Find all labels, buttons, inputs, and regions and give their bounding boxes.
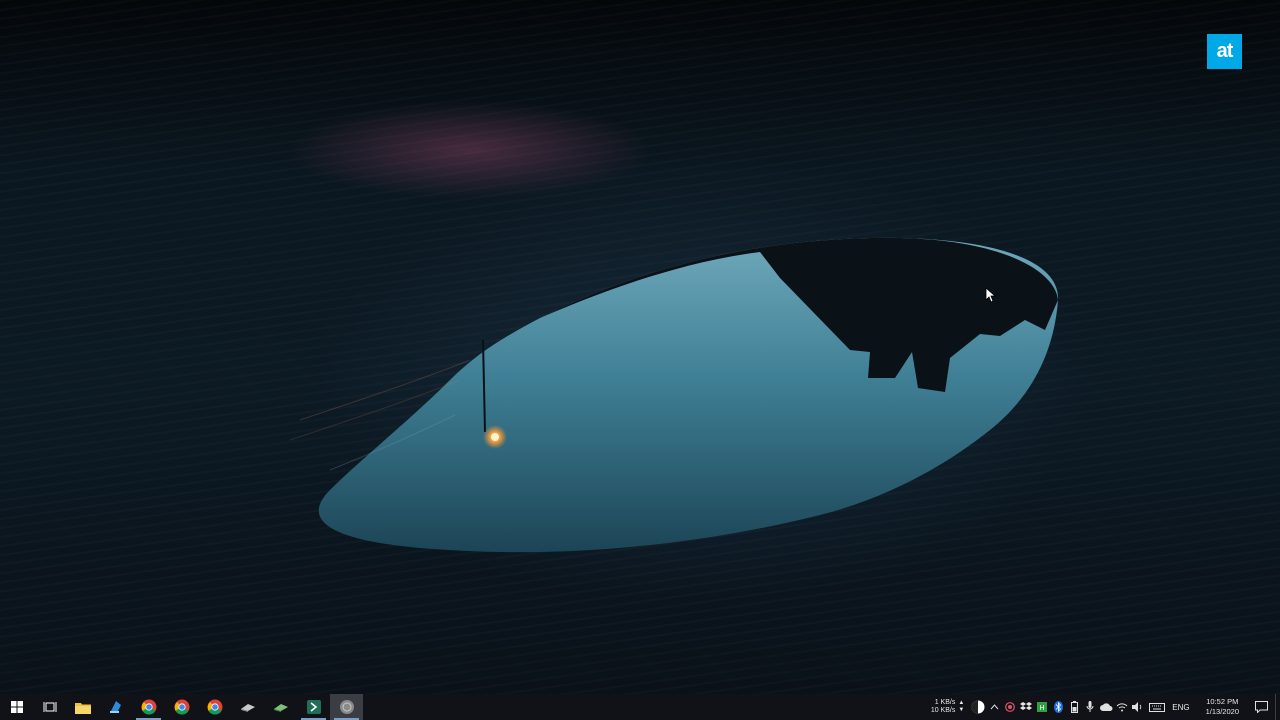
- network-arrows-icon: ▲ ▼: [958, 700, 965, 713]
- network-speed-meter[interactable]: 1 KB/s 10 KB/s: [931, 699, 956, 715]
- tray-record[interactable]: [1002, 694, 1018, 720]
- taskbar-app-gray[interactable]: [231, 694, 264, 720]
- tray-battery[interactable]: [1066, 694, 1082, 720]
- tray-dropbox[interactable]: [1018, 694, 1034, 720]
- half-moon-icon: [971, 700, 985, 714]
- clock-date: 1/13/2020: [1205, 707, 1239, 716]
- svg-text:H: H: [1040, 705, 1045, 712]
- taskbar-app-green[interactable]: [264, 694, 297, 720]
- action-center-button[interactable]: [1247, 694, 1275, 720]
- chevron-up-icon: [990, 704, 999, 710]
- app-gray-icon: [240, 704, 255, 712]
- tray-green-app[interactable]: H: [1034, 694, 1050, 720]
- mouse-cursor-icon: [985, 287, 997, 303]
- taskbar-app-chrome-2[interactable]: [165, 694, 198, 720]
- tray-microphone[interactable]: [1082, 694, 1098, 720]
- record-icon: [1005, 702, 1016, 712]
- start-button[interactable]: [0, 694, 33, 720]
- input-language[interactable]: ENG: [1172, 703, 1189, 712]
- task-view-button[interactable]: [33, 694, 66, 720]
- terminal-icon: [306, 700, 321, 714]
- file-explorer-icon: [74, 702, 91, 714]
- tray-onedrive[interactable]: [1098, 694, 1114, 720]
- microphone-icon: [1086, 701, 1094, 712]
- tray-volume[interactable]: [1130, 694, 1146, 720]
- app-green-icon: [273, 704, 288, 712]
- battery-icon: [1070, 701, 1078, 713]
- taskbar-app-terminal[interactable]: [297, 694, 330, 720]
- taskbar-app-circle[interactable]: [330, 694, 363, 720]
- wallpaper-puddle-reflection: [289, 237, 1059, 553]
- speaker-icon: [1132, 702, 1142, 712]
- tray-wifi[interactable]: [1114, 694, 1130, 720]
- show-desktop-button[interactable]: [1275, 694, 1280, 720]
- desktop-wallpaper: at: [0, 0, 1280, 694]
- chrome-icon-3: [207, 699, 222, 715]
- upload-speed: 1 KB/s: [934, 699, 956, 706]
- windows-start-icon: [10, 701, 23, 713]
- taskbar-app-file-explorer[interactable]: [66, 694, 99, 720]
- clock[interactable]: 10:52 PM 1/13/2020: [1206, 697, 1239, 717]
- taskbar-app-chrome-3[interactable]: [198, 694, 231, 720]
- task-view-icon: [43, 702, 56, 712]
- taskbar-app-blue[interactable]: [99, 694, 132, 720]
- dropbox-icon: [1020, 702, 1033, 710]
- tray-bluetooth[interactable]: [1050, 694, 1066, 720]
- taskbar-app-chrome[interactable]: [132, 694, 165, 720]
- chrome-icon: [141, 699, 156, 715]
- wifi-icon: [1116, 703, 1128, 712]
- tray-night-light[interactable]: [970, 694, 986, 720]
- bluetooth-icon: [1053, 701, 1063, 713]
- download-speed: 10 KB/s: [930, 707, 956, 714]
- app-circle-icon: [339, 700, 354, 714]
- app-blue-icon: [109, 701, 121, 713]
- brand-logo: at: [1207, 34, 1242, 69]
- tray-overflow[interactable]: [986, 694, 1002, 720]
- system-tray: 1 KB/s 10 KB/s ▲ ▼ H ENG 10:52 PM 1/13/2…: [931, 694, 1280, 720]
- notification-icon: [1254, 701, 1268, 713]
- cloud-icon: [1099, 703, 1113, 711]
- chrome-icon-2: [174, 699, 189, 715]
- clock-time: 10:52 PM: [1206, 697, 1239, 706]
- green-square-icon: H: [1037, 702, 1048, 712]
- taskbar: 1 KB/s 10 KB/s ▲ ▼ H ENG 10:52 PM 1/13/2…: [0, 694, 1280, 720]
- keyboard-icon: [1149, 702, 1166, 712]
- tray-touch-keyboard[interactable]: [1146, 694, 1168, 720]
